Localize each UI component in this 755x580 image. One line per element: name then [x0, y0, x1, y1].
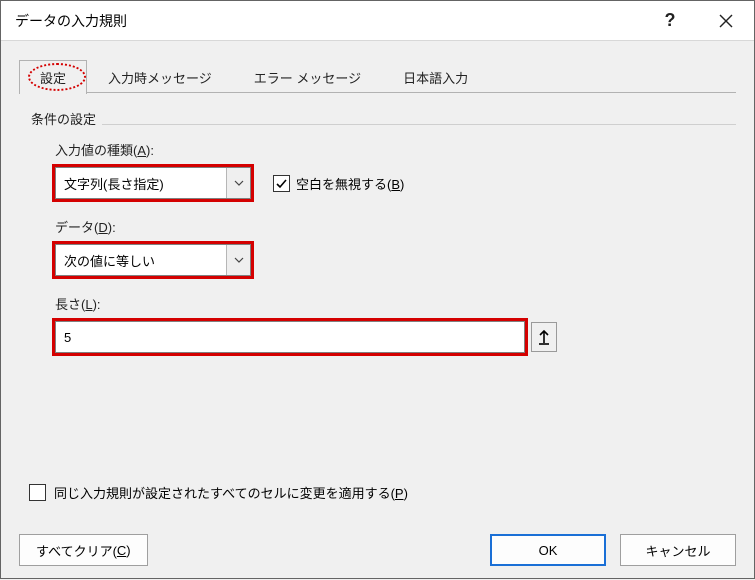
clear-all-button[interactable]: すべてクリア(C)	[19, 534, 148, 566]
checkbox-box	[29, 484, 46, 501]
tab-settings[interactable]: 設定	[19, 60, 87, 94]
close-icon	[719, 14, 733, 28]
tab-input-message[interactable]: 入力時メッセージ	[87, 60, 233, 94]
range-picker-button[interactable]	[531, 322, 557, 352]
tab-ime[interactable]: 日本語入力	[382, 60, 489, 94]
chevron-down-icon	[226, 168, 250, 198]
length-input[interactable]: 5	[55, 321, 525, 353]
allow-label: 入力値の種類(A):	[55, 140, 736, 159]
tab-strip: 設定 入力時メッセージ エラー メッセージ 日本語入力	[19, 61, 736, 93]
apply-all-label: 同じ入力規則が設定されたすべてのセルに変更を適用する(P)	[54, 483, 408, 502]
titlebar: データの入力規則 ?	[1, 1, 754, 41]
button-bar: すべてクリア(C) OK キャンセル	[1, 520, 754, 580]
dialog-title: データの入力規則	[1, 11, 642, 31]
ignore-blank-checkbox[interactable]: 空白を無視する(B)	[273, 174, 404, 193]
allow-select[interactable]: 文字列(長さ指定)	[55, 167, 251, 199]
ignore-blank-label: 空白を無視する(B)	[296, 174, 404, 193]
length-label: 長さ(L):	[55, 294, 736, 313]
allow-select-value: 文字列(長さ指定)	[56, 174, 226, 193]
checkbox-box	[273, 175, 290, 192]
tab-error-message[interactable]: エラー メッセージ	[233, 60, 382, 94]
form-area: 入力値の種類(A): 文字列(長さ指定) 空白を無視する(B)	[19, 132, 736, 353]
apply-all-checkbox[interactable]: 同じ入力規則が設定されたすべてのセルに変更を適用する(P)	[29, 483, 408, 502]
close-button[interactable]	[698, 1, 754, 41]
range-picker-icon	[537, 329, 551, 345]
group-label: 条件の設定	[19, 99, 96, 132]
ok-button[interactable]: OK	[490, 534, 606, 566]
group-header: 条件の設定	[19, 99, 736, 132]
length-value: 5	[64, 330, 71, 345]
cancel-button[interactable]: キャンセル	[620, 534, 736, 566]
data-select[interactable]: 次の値に等しい	[55, 244, 251, 276]
chevron-down-icon	[226, 245, 250, 275]
help-button[interactable]: ?	[642, 1, 698, 41]
data-select-value: 次の値に等しい	[56, 251, 226, 270]
data-label: データ(D):	[55, 217, 736, 236]
check-icon	[275, 177, 288, 190]
content-area: 設定 入力時メッセージ エラー メッセージ 日本語入力 条件の設定 入力値の種類…	[1, 41, 754, 520]
data-validation-dialog: データの入力規則 ? 設定 入力時メッセージ エラー メッセージ 日本語入力 条…	[0, 0, 755, 579]
group-divider	[102, 124, 736, 125]
